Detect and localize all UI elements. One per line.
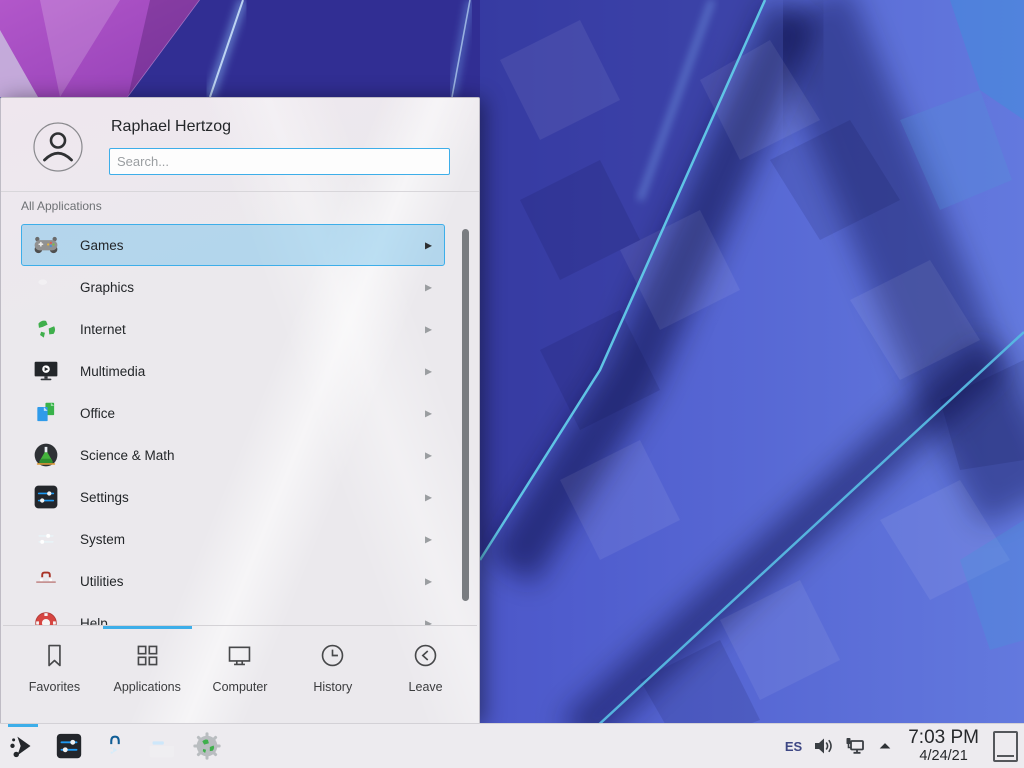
category-item-office[interactable]: Office ▸	[21, 392, 445, 434]
header-divider	[1, 191, 479, 192]
category-item-multimedia[interactable]: Multimedia ▸	[21, 350, 445, 392]
launcher-header: Raphael Hertzog	[1, 98, 479, 191]
taskbar-file-manager[interactable]	[143, 728, 179, 764]
show-desktop-button[interactable]	[993, 731, 1018, 762]
category-item-internet[interactable]: Internet ▸	[21, 308, 445, 350]
taskbar-pinned-apps	[0, 728, 230, 764]
taskbar: ES 7:03 PM 4/24/21	[0, 723, 1024, 768]
chevron-right-icon: ▸	[425, 531, 432, 545]
clock-date: 4/24/21	[908, 748, 979, 764]
category-item-utilities[interactable]: Utilities ▸	[21, 560, 445, 602]
settings-icon	[33, 484, 59, 510]
chevron-right-icon: ▸	[425, 321, 432, 335]
category-item-settings[interactable]: Settings ▸	[21, 476, 445, 518]
leave-icon	[411, 641, 440, 670]
application-launcher-menu: Raphael Hertzog All Applications Games ▸…	[0, 97, 480, 723]
applications-icon	[133, 641, 162, 670]
chevron-right-icon: ▸	[425, 237, 432, 251]
chevron-right-icon: ▸	[425, 489, 432, 503]
search-input[interactable]	[109, 148, 450, 175]
network-icon[interactable]	[844, 735, 866, 757]
discover-icon	[100, 731, 130, 761]
multimedia-icon	[33, 358, 59, 384]
category-item-games[interactable]: Games ▸	[21, 224, 445, 266]
expand-tray-icon[interactable]	[876, 735, 894, 757]
system-icon	[33, 526, 59, 552]
user-avatar[interactable]	[33, 122, 83, 172]
digital-clock[interactable]: 7:03 PM 4/24/21	[908, 728, 979, 764]
tab-applications[interactable]: Applications	[101, 626, 194, 723]
category-item-system[interactable]: System ▸	[21, 518, 445, 560]
clock-time: 7:03 PM	[908, 728, 979, 748]
dolphin-icon	[146, 731, 176, 761]
system-tray: ES 7:03 PM 4/24/21	[785, 728, 1024, 764]
chevron-right-icon: ▸	[425, 279, 432, 293]
taskbar-discover[interactable]	[97, 728, 133, 764]
chevron-right-icon: ▸	[425, 447, 432, 461]
category-list: Games ▸ Graphics ▸ Internet ▸ Multimedia…	[1, 224, 457, 625]
favorites-icon	[40, 641, 69, 670]
internet-icon	[33, 316, 59, 342]
utilities-icon	[33, 568, 59, 594]
systemsettings-icon	[54, 731, 84, 761]
games-icon	[33, 232, 59, 258]
section-label: All Applications	[21, 199, 102, 213]
kickoff-icon	[8, 731, 38, 761]
taskbar-application-launcher[interactable]	[5, 728, 41, 764]
konqueror-icon	[192, 731, 222, 761]
taskbar-system-settings[interactable]	[51, 728, 87, 764]
graphics-icon	[33, 274, 59, 300]
keyboard-layout-indicator[interactable]: ES	[785, 739, 802, 754]
tab-leave[interactable]: Leave	[379, 626, 472, 723]
category-item-help[interactable]: Help ▸	[21, 602, 445, 625]
science-icon	[33, 442, 59, 468]
computer-icon	[225, 641, 254, 670]
taskbar-web-browser[interactable]	[189, 728, 225, 764]
chevron-right-icon: ▸	[425, 363, 432, 377]
category-item-science[interactable]: Science & Math ▸	[21, 434, 445, 476]
scrollbar[interactable]	[462, 229, 469, 601]
tab-favorites[interactable]: Favorites	[8, 626, 101, 723]
office-icon	[33, 400, 59, 426]
tab-history[interactable]: History	[286, 626, 379, 723]
chevron-right-icon: ▸	[425, 405, 432, 419]
tab-computer[interactable]: Computer	[194, 626, 287, 723]
chevron-right-icon: ▸	[425, 573, 432, 587]
history-icon	[318, 641, 347, 670]
user-name: Raphael Hertzog	[111, 118, 231, 136]
chevron-right-icon: ▸	[425, 615, 432, 625]
help-icon	[33, 610, 59, 625]
volume-icon[interactable]	[812, 735, 834, 757]
category-item-graphics[interactable]: Graphics ▸	[21, 266, 445, 308]
launcher-tab-bar: Favorites Applications Computer History …	[1, 626, 479, 723]
